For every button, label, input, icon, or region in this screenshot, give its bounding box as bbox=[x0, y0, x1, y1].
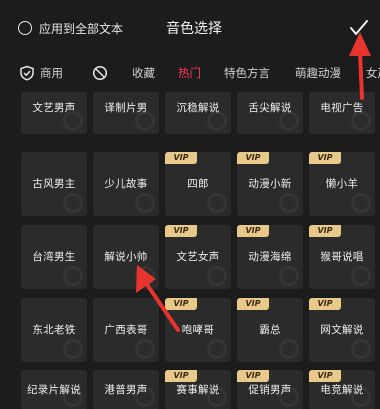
voice-watermark-icon bbox=[279, 193, 299, 213]
voice-name: 文艺男声 bbox=[32, 102, 76, 114]
voice-name: 台湾男生 bbox=[32, 251, 76, 263]
tab-favorites[interactable]: 收藏 bbox=[132, 65, 155, 81]
voice-card[interactable]: 译制片男 bbox=[93, 92, 159, 134]
voice-card[interactable]: 纪录片解说 bbox=[21, 370, 87, 409]
voice-watermark-icon bbox=[63, 339, 83, 359]
voice-name: 四郎 bbox=[187, 178, 209, 190]
voice-card[interactable]: VIP 赛事解说 bbox=[165, 370, 231, 409]
vip-badge: VIP bbox=[309, 298, 341, 310]
no-symbol-icon[interactable] bbox=[92, 65, 108, 81]
tab-female[interactable]: 女声 bbox=[366, 65, 380, 81]
vip-badge: VIP bbox=[165, 225, 197, 237]
vip-badge: VIP bbox=[309, 225, 341, 237]
voice-watermark-icon bbox=[207, 339, 227, 359]
voice-watermark-icon bbox=[135, 193, 155, 213]
voice-grid: 文艺男声 译制片男 沉稳解说 舌尖解说 电视广告古风男主 少儿故事 VIP 四郎 VIP 动漫小新… bbox=[0, 92, 380, 409]
tab-dialect[interactable]: 特色方言 bbox=[224, 65, 270, 81]
voice-watermark-icon bbox=[207, 266, 227, 286]
shield-check-icon[interactable] bbox=[19, 65, 35, 81]
voice-name: 广西表哥 bbox=[104, 324, 148, 336]
voice-card[interactable]: 文艺男声 bbox=[21, 92, 87, 134]
voice-card[interactable]: VIP 猴哥说唱 bbox=[309, 225, 375, 289]
voice-card[interactable]: VIP 咆哮哥 bbox=[165, 298, 231, 362]
vip-badge: VIP bbox=[165, 152, 197, 164]
panel-title: 音色选择 bbox=[166, 21, 222, 37]
voice-name: 古风男主 bbox=[32, 178, 76, 190]
voice-watermark-icon bbox=[351, 266, 371, 286]
voice-name: 纪录片解说 bbox=[27, 384, 81, 396]
voice-name: 猴哥说唱 bbox=[320, 251, 364, 263]
voice-card[interactable]: VIP 网文解说 bbox=[309, 298, 375, 362]
vip-badge: VIP bbox=[165, 370, 197, 382]
voice-card[interactable]: VIP 文艺女声 bbox=[165, 225, 231, 289]
voice-card[interactable]: 电视广告 bbox=[309, 92, 375, 134]
apply-to-all-toggle[interactable]: 应用到全部文本 bbox=[18, 18, 123, 38]
voice-name: 电竞解说 bbox=[320, 384, 364, 396]
vip-badge: VIP bbox=[237, 298, 269, 310]
voice-name: 东北老铁 bbox=[32, 324, 76, 336]
category-tabs: 商用 收藏 热门 特色方言 萌趣动漫 女声 bbox=[0, 56, 380, 90]
confirm-check-icon[interactable] bbox=[346, 15, 372, 41]
voice-card[interactable]: 少儿故事 bbox=[93, 152, 159, 216]
voice-card[interactable]: VIP 懒小羊 bbox=[309, 152, 375, 216]
voice-name: 舌尖解说 bbox=[248, 102, 292, 114]
voice-name: 赛事解说 bbox=[176, 384, 220, 396]
tab-anime[interactable]: 萌趣动漫 bbox=[295, 65, 341, 81]
voice-watermark-icon bbox=[279, 266, 299, 286]
panel-header: 应用到全部文本 音色选择 bbox=[0, 0, 380, 55]
voice-name: 动漫海绵 bbox=[248, 251, 292, 263]
voice-watermark-icon bbox=[135, 266, 155, 286]
voice-card[interactable]: 广西表哥 bbox=[93, 298, 159, 362]
voice-watermark-icon bbox=[279, 339, 299, 359]
voice-card[interactable]: 港普男声 bbox=[93, 370, 159, 409]
voice-card[interactable]: VIP 促销男声 bbox=[237, 370, 303, 409]
voice-name: 译制片男 bbox=[104, 102, 148, 114]
voice-name: 沉稳解说 bbox=[176, 102, 220, 114]
voice-card[interactable]: 东北老铁 bbox=[21, 298, 87, 362]
voice-card[interactable]: 舌尖解说 bbox=[237, 92, 303, 134]
voice-name: 文艺女声 bbox=[176, 251, 220, 263]
voice-watermark-icon bbox=[135, 339, 155, 359]
voice-card[interactable]: VIP 电竞解说 bbox=[309, 370, 375, 409]
voice-card[interactable]: 台湾男生 bbox=[21, 225, 87, 289]
voice-name: 咆哮哥 bbox=[181, 324, 215, 336]
voice-name: 促销男声 bbox=[248, 384, 292, 396]
tab-commercial[interactable]: 商用 bbox=[40, 65, 63, 81]
voice-card[interactable]: 沉稳解说 bbox=[165, 92, 231, 134]
voice-watermark-icon bbox=[63, 193, 83, 213]
voice-card[interactable]: VIP 动漫海绵 bbox=[237, 225, 303, 289]
voice-watermark-icon bbox=[63, 266, 83, 286]
vip-badge: VIP bbox=[237, 152, 269, 164]
voice-name: 懒小羊 bbox=[325, 178, 359, 190]
voice-name: 解说小帅 bbox=[104, 251, 148, 263]
voice-watermark-icon bbox=[351, 193, 371, 213]
voice-card[interactable]: VIP 动漫小新 bbox=[237, 152, 303, 216]
vip-badge: VIP bbox=[237, 225, 269, 237]
vip-badge: VIP bbox=[309, 370, 341, 382]
voice-name: 港普男声 bbox=[104, 384, 148, 396]
voice-name: 电视广告 bbox=[320, 102, 364, 114]
voice-name: 动漫小新 bbox=[248, 178, 292, 190]
voice-card[interactable]: VIP 霸总 bbox=[237, 298, 303, 362]
radio-circle-icon[interactable] bbox=[18, 21, 32, 35]
apply-to-all-label: 应用到全部文本 bbox=[39, 21, 124, 36]
voice-card[interactable]: 古风男主 bbox=[21, 152, 87, 216]
vip-badge: VIP bbox=[165, 298, 197, 310]
voice-name: 网文解说 bbox=[320, 324, 364, 336]
voice-name: 霸总 bbox=[259, 324, 281, 336]
voice-card[interactable]: 解说小帅 bbox=[93, 225, 159, 289]
vip-badge: VIP bbox=[309, 152, 341, 164]
tab-popular[interactable]: 热门 bbox=[178, 65, 201, 81]
voice-card[interactable]: VIP 四郎 bbox=[165, 152, 231, 216]
voice-name: 少儿故事 bbox=[104, 178, 148, 190]
vip-badge: VIP bbox=[237, 370, 269, 382]
voice-watermark-icon bbox=[351, 339, 371, 359]
voice-watermark-icon bbox=[207, 193, 227, 213]
